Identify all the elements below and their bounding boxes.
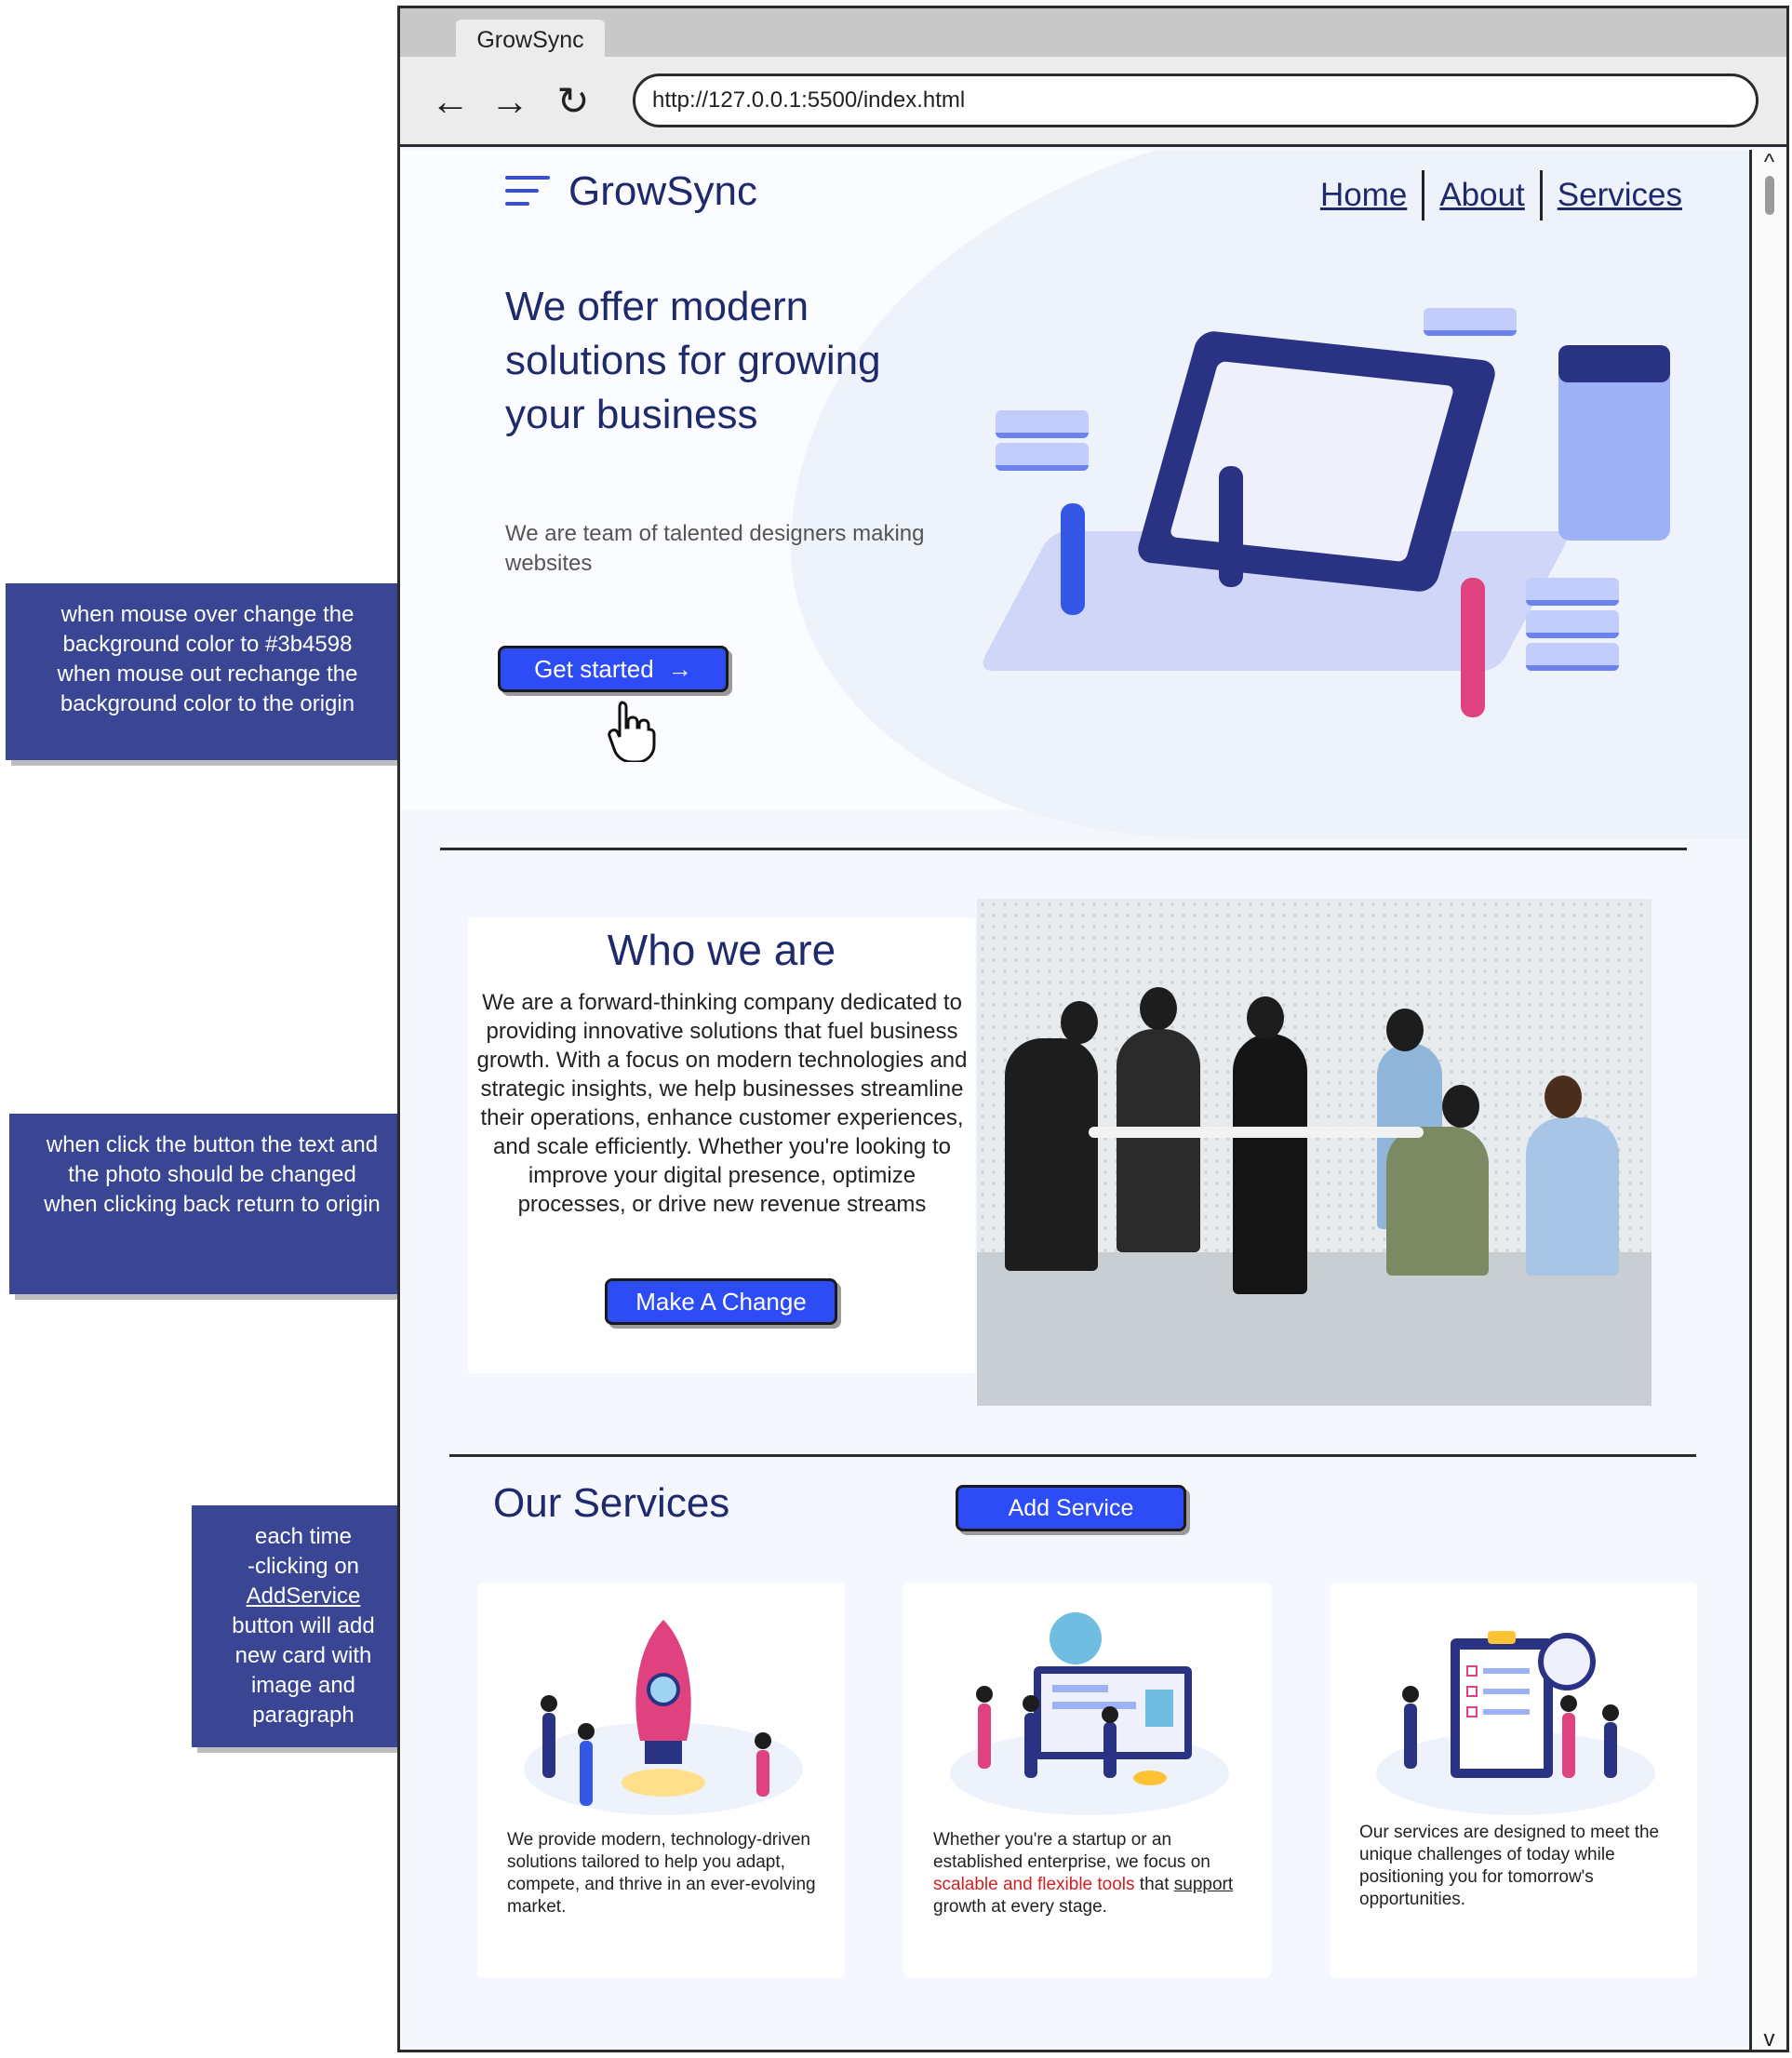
service-card-text: Our services are designed to meet the un… (1359, 1823, 1660, 1909)
scroll-down-icon[interactable]: v (1752, 2026, 1786, 2050)
team-member-figure (1526, 1117, 1619, 1276)
nav-link-services[interactable]: Services (1558, 177, 1682, 214)
person-figure (1461, 578, 1485, 717)
service-card: Whether you're a startup or an establish… (903, 1583, 1271, 1978)
back-arrow-icon[interactable]: ← (426, 77, 475, 126)
server-block-shape (1526, 643, 1619, 671)
rocket-illustration (524, 1620, 803, 1815)
nav-link-home[interactable]: Home (1320, 177, 1407, 214)
support-link[interactable]: support (1174, 1875, 1233, 1894)
section-divider (440, 848, 1687, 850)
add-service-annotation-note: each time -clicking on AddService button… (192, 1505, 415, 1747)
forward-arrow-icon[interactable]: → (486, 77, 534, 126)
team-member-head (1545, 1076, 1582, 1118)
logo-text: GrowSync (568, 168, 757, 214)
who-we-are-card: Who we are We are a forward-thinking com… (468, 917, 975, 1373)
service-card-text: We provide modern, technology-driven sol… (507, 1830, 816, 1917)
add-service-button[interactable]: Add Service (956, 1485, 1186, 1531)
hero-illustration (977, 308, 1721, 792)
server-block-shape (1526, 610, 1619, 638)
who-we-are-title: Who we are (607, 926, 836, 974)
section-divider (449, 1454, 1696, 1457)
team-member-figure (1005, 1038, 1098, 1271)
server-block-shape (1526, 578, 1619, 606)
note-line: -clicking on (247, 1554, 360, 1579)
get-started-button[interactable]: Get started → (498, 646, 729, 692)
person-figure (1219, 466, 1243, 587)
team-member-head (1442, 1085, 1479, 1128)
menu-lines-icon (505, 172, 552, 211)
service-card: We provide modern, technology-driven sol… (477, 1583, 845, 1978)
nav-divider (1539, 170, 1543, 220)
table-shape (1089, 1127, 1424, 1138)
service-card-text-part: Whether you're a startup or an establish… (933, 1830, 1210, 1872)
analytics-dashboard-illustration (950, 1612, 1229, 1815)
server-tower-shape (1558, 354, 1670, 541)
site-logo[interactable]: GrowSync (505, 168, 757, 215)
hand-pointer-icon (608, 701, 656, 762)
team-member-head (1247, 996, 1284, 1039)
service-card-text-part: that (1134, 1875, 1174, 1894)
page-viewport: GrowSync Home About Services We offer mo… (400, 150, 1752, 2050)
note-line: each time (254, 1524, 353, 1549)
main-nav: Home About Services (1320, 170, 1682, 220)
document-shape (1169, 360, 1455, 563)
service-card-text-part: growth at every stage. (933, 1897, 1107, 1917)
scroll-up-icon[interactable]: ^ (1752, 150, 1786, 176)
address-bar[interactable]: http://127.0.0.1:5500/index.html (633, 74, 1759, 127)
team-member-figure (1386, 1127, 1489, 1276)
reload-icon[interactable]: ↻ (549, 77, 597, 126)
services-title: Our Services (493, 1480, 730, 1526)
browser-window: GrowSync ← → ↻ http://127.0.0.1:5500/ind… (397, 6, 1789, 2052)
team-photo (977, 899, 1652, 1406)
who-we-are-text: We are a forward-thinking company dedica… (476, 990, 968, 1217)
hover-annotation-note: when mouse over change the background co… (6, 583, 409, 760)
nav-divider (1422, 170, 1425, 220)
make-a-change-button[interactable]: Make A Change (605, 1278, 837, 1325)
service-card: Our services are designed to meet the un… (1330, 1583, 1697, 1978)
note-line: the photo should be changed (68, 1162, 356, 1187)
team-member-head (1061, 1001, 1098, 1044)
note-line: button will add (232, 1613, 375, 1638)
hero-subtitle: We are team of talented designers making… (505, 521, 925, 576)
get-started-label: Get started (534, 655, 654, 683)
team-member-head (1386, 1009, 1424, 1051)
note-line: background color to the origin (60, 691, 355, 716)
highlighted-text: scalable and flexible tools (933, 1875, 1135, 1894)
browser-toolbar: ← → ↻ http://127.0.0.1:5500/index.html (400, 57, 1786, 147)
checklist-clock-illustration (1376, 1631, 1655, 1815)
team-member-figure (1233, 1034, 1307, 1294)
vertical-scrollbar[interactable]: ^ v (1749, 150, 1786, 2050)
team-member-head (1140, 987, 1177, 1030)
note-link-addservice: AddService (246, 1584, 361, 1609)
team-member-figure (1117, 1029, 1200, 1252)
note-line: when mouse out rechange the (57, 662, 358, 687)
nav-link-about[interactable]: About (1439, 177, 1524, 214)
arrow-right-icon: → (667, 655, 692, 683)
note-line: when mouse over change the (60, 602, 354, 627)
browser-tab[interactable]: GrowSync (456, 20, 605, 60)
note-line: when clicking back return to origin (44, 1192, 381, 1217)
server-block-shape (996, 410, 1089, 438)
server-block-shape (1424, 308, 1517, 336)
service-card-text: Whether you're a startup or an establish… (933, 1829, 1250, 1918)
tab-bar: GrowSync (400, 8, 1786, 60)
server-top-shape (1558, 345, 1670, 382)
note-line: new card with (234, 1643, 372, 1668)
note-line: image and (250, 1673, 356, 1698)
person-figure (1061, 503, 1085, 615)
hero-title: We offer modern solutions for growing yo… (505, 284, 881, 437)
click-annotation-note: when click the button the text and the p… (9, 1114, 415, 1294)
scrollbar-thumb[interactable] (1765, 176, 1774, 215)
note-line: background color to #3b4598 (62, 632, 353, 657)
note-line: when click the button the text and (46, 1132, 379, 1157)
note-line: paragraph (252, 1703, 354, 1728)
server-block-shape (996, 443, 1089, 471)
